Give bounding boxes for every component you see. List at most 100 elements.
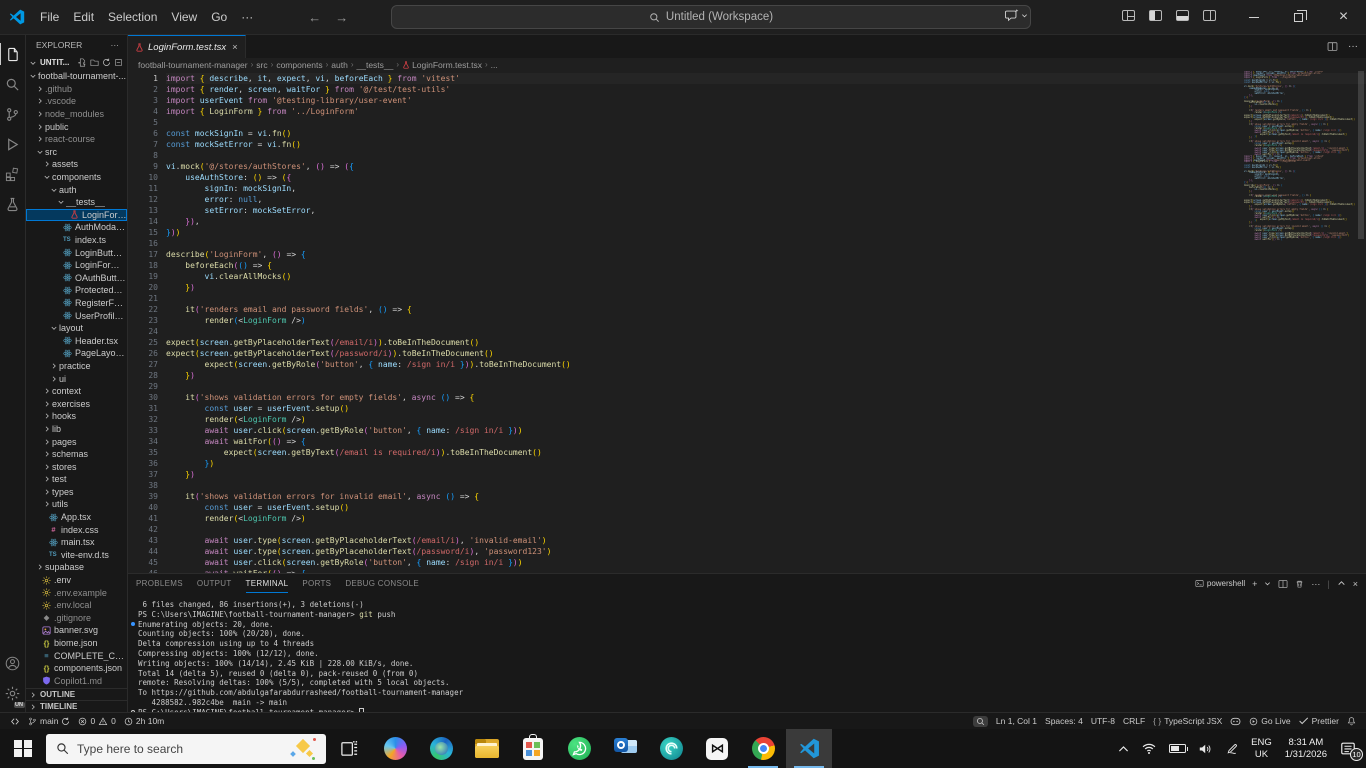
- go-live-button[interactable]: Go Live: [1245, 716, 1294, 726]
- tree-item-components-json[interactable]: {}components.json: [26, 662, 127, 675]
- shell-indicator[interactable]: powershell: [1195, 579, 1245, 588]
- wifi-icon[interactable]: [1142, 743, 1156, 754]
- settings-gear-icon[interactable]: UN: [0, 678, 26, 708]
- editor-scrollbar[interactable]: [1356, 71, 1366, 573]
- menu-[interactable]: ···: [234, 7, 260, 27]
- workspace-section-header[interactable]: UNTIT...: [26, 55, 127, 70]
- taskbar-edge[interactable]: [418, 729, 464, 768]
- session-timer[interactable]: 2h 10m: [120, 713, 168, 729]
- encoding[interactable]: UTF-8: [1087, 716, 1119, 726]
- customize-layout-icon[interactable]: [1122, 10, 1135, 21]
- outline-section[interactable]: OUTLINE: [26, 688, 127, 700]
- tab-close-icon[interactable]: ×: [232, 42, 238, 53]
- tree-item-header-tsx[interactable]: Header.tsx: [26, 334, 127, 347]
- tree-item-authmodal-tsx[interactable]: AuthModal.tsx: [26, 221, 127, 234]
- tree-item-node-modules[interactable]: node_modules: [26, 108, 127, 121]
- kill-terminal-icon[interactable]: [1295, 579, 1304, 589]
- tree-item-react-course[interactable]: react-course: [26, 133, 127, 146]
- tree-item-main-tsx[interactable]: main.tsx: [26, 536, 127, 549]
- tree-item-pagelayout-tsx[interactable]: PageLayout.tsx: [26, 347, 127, 360]
- tree-item-oauthbuttons-tsx[interactable]: OAuthButtons.tsx: [26, 272, 127, 285]
- battery-icon[interactable]: [1169, 744, 1186, 753]
- maximize-panel-icon[interactable]: [1337, 579, 1346, 588]
- code-editor[interactable]: 1234567891011121314151617181920212223242…: [128, 71, 1366, 573]
- minimap[interactable]: import { describe, it, expect, vi, befor…: [1244, 71, 1356, 573]
- taskbar-chrome[interactable]: [740, 729, 786, 768]
- breadcrumb-item[interactable]: ...: [491, 60, 498, 70]
- command-center[interactable]: Untitled (Workspace): [391, 5, 1031, 29]
- panel-tab-problems[interactable]: PROBLEMS: [136, 574, 183, 593]
- tree-item-types[interactable]: types: [26, 486, 127, 499]
- panel-tab-terminal[interactable]: TERMINAL: [246, 574, 289, 593]
- taskbar-whatsapp[interactable]: [556, 729, 602, 768]
- toggle-panel-icon[interactable]: [1176, 10, 1189, 21]
- tree-item-stores[interactable]: stores: [26, 460, 127, 473]
- new-file-icon[interactable]: [78, 58, 87, 67]
- tree-item-supabase[interactable]: supabase: [26, 561, 127, 574]
- collapse-folders-icon[interactable]: [114, 58, 123, 67]
- breadcrumb-item[interactable]: __tests__: [357, 60, 394, 70]
- taskbar-store[interactable]: [510, 729, 556, 768]
- tree-item-loginbutton-tsx[interactable]: LoginButton.tsx: [26, 246, 127, 259]
- restore-button[interactable]: [1276, 0, 1321, 34]
- tree-item-registerform-tsx[interactable]: RegisterForm.tsx: [26, 297, 127, 310]
- extensions-activity-icon[interactable]: [0, 159, 26, 189]
- tree-item-public[interactable]: public: [26, 120, 127, 133]
- task-view-button[interactable]: [326, 729, 372, 768]
- editor-more-actions-icon[interactable]: ···: [1348, 41, 1358, 52]
- tree-item-components[interactable]: components: [26, 171, 127, 184]
- tree-item-index-ts[interactable]: TSindex.ts: [26, 234, 127, 247]
- tree-item-test[interactable]: test: [26, 473, 127, 486]
- run-debug-activity-icon[interactable]: [0, 129, 26, 159]
- tree-item-biome-json[interactable]: {}biome.json: [26, 637, 127, 650]
- explorer-more-icon[interactable]: ···: [111, 40, 120, 50]
- tree-item-hooks[interactable]: hooks: [26, 410, 127, 423]
- menu-selection[interactable]: Selection: [101, 7, 164, 27]
- toggle-primary-sidebar-icon[interactable]: [1149, 10, 1162, 21]
- tree-item-loginform-tsx[interactable]: LoginForm.tsx: [26, 259, 127, 272]
- tree-item-football-tournament[interactable]: football-tournament-...: [26, 70, 127, 83]
- taskbar-file-explorer[interactable]: [464, 729, 510, 768]
- taskbar-outlook[interactable]: [602, 729, 648, 768]
- minimize-button[interactable]: [1231, 0, 1276, 34]
- taskbar-vscode[interactable]: [786, 729, 832, 768]
- volume-icon[interactable]: [1199, 743, 1213, 755]
- taskbar-capcut[interactable]: [694, 729, 740, 768]
- tree-item-lib[interactable]: lib: [26, 423, 127, 436]
- tree-item-schemas[interactable]: schemas: [26, 448, 127, 461]
- toggle-secondary-sidebar-icon[interactable]: [1203, 10, 1216, 21]
- tree-item-vscode[interactable]: .vscode: [26, 95, 127, 108]
- branch-indicator[interactable]: main: [24, 713, 74, 729]
- panel-tab-output[interactable]: OUTPUT: [197, 574, 232, 593]
- tree-item-vite-env-d-ts[interactable]: TSvite-env.d.ts: [26, 549, 127, 562]
- tree-item-src[interactable]: src: [26, 146, 127, 159]
- new-terminal-icon[interactable]: +: [1252, 579, 1257, 589]
- tree-item-userprofile-tsx[interactable]: UserProfile.tsx: [26, 309, 127, 322]
- source-control-activity-icon[interactable]: [0, 99, 26, 129]
- tab-loginform-test[interactable]: LoginForm.test.tsx ×: [128, 35, 246, 58]
- taskbar-copilot-app[interactable]: [372, 729, 418, 768]
- zoom-search-indicator[interactable]: [969, 716, 992, 727]
- tree-item-env-example[interactable]: .env.example: [26, 586, 127, 599]
- tree-item-practice[interactable]: practice: [26, 360, 127, 373]
- copilot-status[interactable]: [1226, 717, 1245, 726]
- tree-item-tests[interactable]: __tests__: [26, 196, 127, 209]
- tree-item-context[interactable]: context: [26, 385, 127, 398]
- notification-center[interactable]: 10: [1340, 741, 1356, 756]
- formatter-indicator[interactable]: Prettier: [1295, 716, 1343, 726]
- language-mode[interactable]: { }TypeScript JSX: [1149, 716, 1226, 726]
- tree-item-ui[interactable]: ui: [26, 372, 127, 385]
- clock-date[interactable]: 8:31 AM1/31/2026: [1285, 737, 1327, 761]
- tree-item-env-local[interactable]: .env.local: [26, 599, 127, 612]
- tree-item-auth[interactable]: auth: [26, 183, 127, 196]
- start-button[interactable]: [0, 729, 46, 768]
- notifications-bell[interactable]: [1343, 716, 1360, 726]
- tree-item-assets[interactable]: assets: [26, 158, 127, 171]
- breadcrumb-item[interactable]: football-tournament-manager: [138, 60, 248, 70]
- tree-item-utils[interactable]: utils: [26, 498, 127, 511]
- back-arrow-icon[interactable]: ←: [308, 10, 321, 25]
- tree-item-complete-codeba[interactable]: ≡COMPLETE_CODEBA...: [26, 649, 127, 662]
- menu-edit[interactable]: Edit: [66, 7, 101, 27]
- breadcrumb-item[interactable]: src: [256, 60, 267, 70]
- search-activity-icon[interactable]: [0, 69, 26, 99]
